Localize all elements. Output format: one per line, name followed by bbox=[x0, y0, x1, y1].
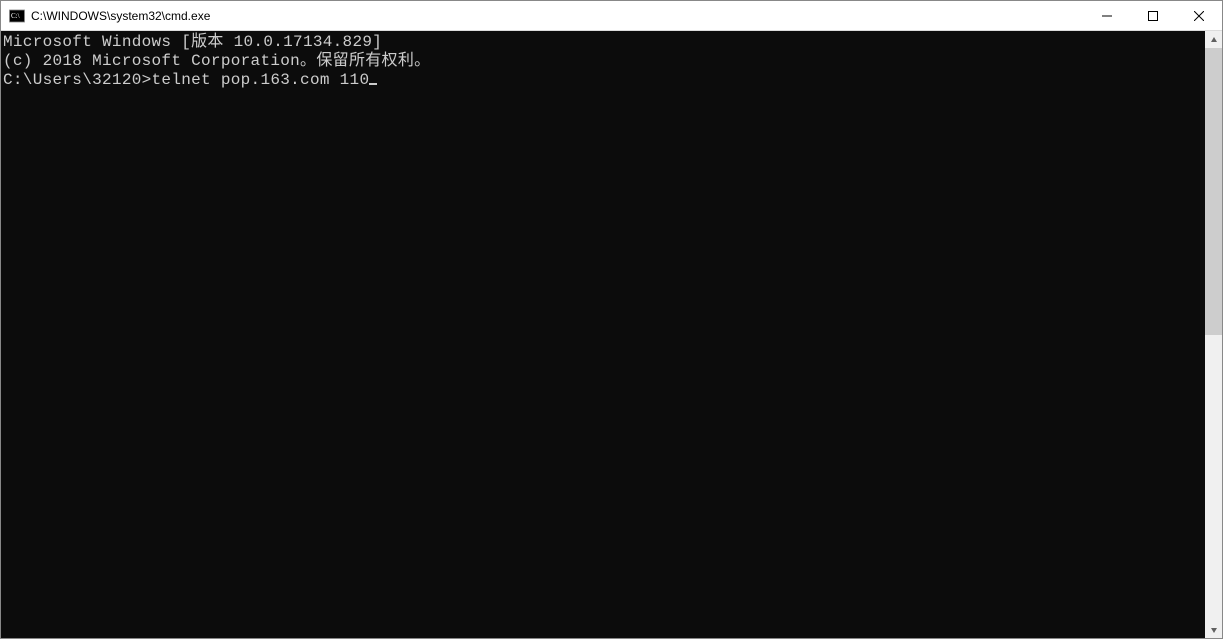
scrollbar-thumb[interactable] bbox=[1205, 48, 1222, 335]
terminal-prompt-line: C:\Users\32120>telnet pop.163.com 110 bbox=[3, 71, 377, 90]
content-area: Microsoft Windows [版本 10.0.17134.829](c)… bbox=[1, 31, 1222, 638]
scrollbar-track[interactable] bbox=[1205, 48, 1222, 621]
window-controls bbox=[1084, 1, 1222, 30]
window-titlebar[interactable]: C:\ C:\WINDOWS\system32\cmd.exe bbox=[1, 1, 1222, 31]
vertical-scrollbar[interactable] bbox=[1205, 31, 1222, 638]
minimize-button[interactable] bbox=[1084, 1, 1130, 30]
scrollbar-up-arrow-icon[interactable] bbox=[1205, 31, 1222, 48]
cmd-icon: C:\ bbox=[9, 8, 25, 24]
scrollbar-down-arrow-icon[interactable] bbox=[1205, 621, 1222, 638]
window-title: C:\WINDOWS\system32\cmd.exe bbox=[31, 9, 210, 23]
terminal-line: (c) 2018 Microsoft Corporation。保留所有权利。 bbox=[3, 52, 1205, 71]
terminal[interactable]: Microsoft Windows [版本 10.0.17134.829](c)… bbox=[1, 31, 1205, 638]
svg-text:C:\: C:\ bbox=[11, 12, 20, 20]
terminal-prompt: C:\Users\32120> bbox=[3, 71, 152, 89]
close-button[interactable] bbox=[1176, 1, 1222, 30]
terminal-command: telnet pop.163.com 110 bbox=[152, 71, 370, 89]
terminal-line: Microsoft Windows [版本 10.0.17134.829] bbox=[3, 33, 1205, 52]
terminal-cursor bbox=[369, 83, 377, 85]
maximize-button[interactable] bbox=[1130, 1, 1176, 30]
